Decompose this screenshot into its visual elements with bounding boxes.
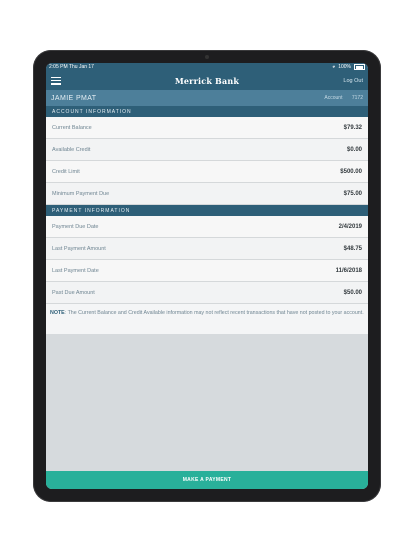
payment-info-list: Payment Due Date 2/4/2019 Last Payment A… <box>46 216 368 304</box>
battery-percent: 100% <box>338 64 351 70</box>
app-screen: 2:05 PM Thu Jan 17 ◕ 100% Merrick Bank L… <box>46 63 368 489</box>
list-item: Minimum Payment Due $75.00 <box>46 183 368 205</box>
payment-info-header: PAYMENT INFORMATION <box>46 205 368 216</box>
row-label: Last Payment Amount <box>52 245 106 252</box>
row-label: Current Balance <box>52 124 92 131</box>
row-label: Past Due Amount <box>52 289 95 296</box>
status-bar: 2:05 PM Thu Jan 17 ◕ 100% <box>46 63 368 71</box>
list-item: Current Balance $79.32 <box>46 117 368 139</box>
note-prefix: NOTE <box>50 310 65 316</box>
brand-logo: Merrick Bank <box>174 75 240 86</box>
row-label: Last Payment Date <box>52 267 99 274</box>
account-info-list: Current Balance $79.32 Available Credit … <box>46 117 368 205</box>
menu-icon[interactable] <box>51 76 61 85</box>
row-value: $79.32 <box>343 124 362 131</box>
camera-dot <box>205 55 209 59</box>
account-label: Account <box>324 95 343 101</box>
user-name: JAMIE PMAT <box>51 94 97 102</box>
status-date: Thu Jan 17 <box>68 64 94 70</box>
row-label: Payment Due Date <box>52 223 99 230</box>
account-info-header: ACCOUNT INFORMATION <box>46 106 368 117</box>
note-text: : The Current Balance and Credit Availab… <box>64 310 364 316</box>
list-item: Past Due Amount $50.00 <box>46 282 368 304</box>
row-value: 11/6/2018 <box>335 267 362 274</box>
top-navbar: Merrick Bank Log Out <box>46 71 368 90</box>
battery-icon <box>354 64 365 70</box>
list-item: Last Payment Amount $48.75 <box>46 238 368 260</box>
row-value: $48.75 <box>343 245 362 252</box>
row-value: $75.00 <box>343 190 362 197</box>
row-value: $0.00 <box>346 146 362 153</box>
make-payment-button[interactable]: MAKE A PAYMENT <box>46 471 368 489</box>
logout-link[interactable]: Log Out <box>343 78 363 84</box>
row-label: Available Credit <box>52 146 91 153</box>
account-number: 7172 <box>351 95 363 101</box>
row-label: Credit Limit <box>52 168 80 175</box>
row-value: 2/4/2019 <box>338 223 362 230</box>
account-info: Account 7172 <box>324 95 363 101</box>
tablet-frame: 2:05 PM Thu Jan 17 ◕ 100% Merrick Bank L… <box>33 50 381 502</box>
list-item: Credit Limit $500.00 <box>46 161 368 183</box>
status-time: 2:05 PM <box>49 64 68 70</box>
list-item: Payment Due Date 2/4/2019 <box>46 216 368 238</box>
list-item: Available Credit $0.00 <box>46 139 368 161</box>
list-item: Last Payment Date 11/6/2018 <box>46 260 368 282</box>
disclaimer-note: NOTE: The Current Balance and Credit Ava… <box>46 304 368 334</box>
row-label: Minimum Payment Due <box>52 190 110 197</box>
row-value: $500.00 <box>340 168 362 175</box>
wifi-icon: ◕ <box>332 64 336 70</box>
row-value: $50.00 <box>343 289 362 296</box>
user-bar: JAMIE PMAT Account 7172 <box>46 90 368 106</box>
